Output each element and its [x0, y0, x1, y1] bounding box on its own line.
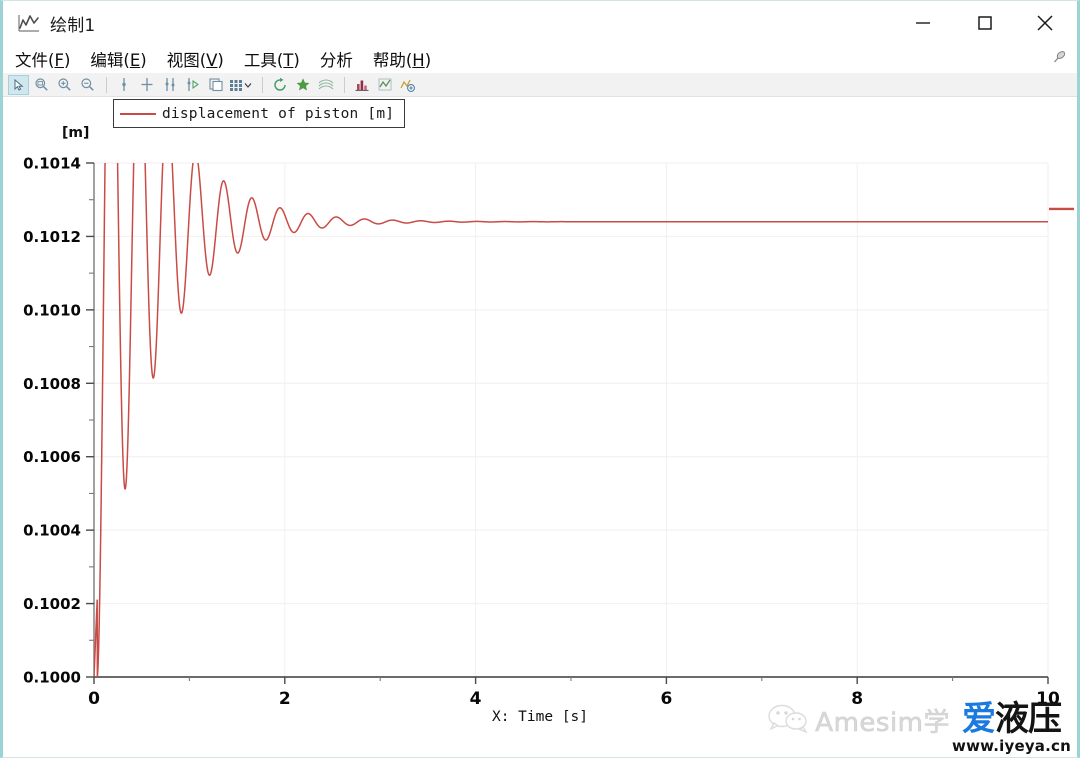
y-tick-label: 0.1000 — [23, 669, 81, 687]
amesim-plot-window: 绘制1 文件(F) 编辑(E) 视图(V) 工具(T) 分析 帮助(H) dis… — [0, 0, 1080, 758]
y-tick-label: 0.1010 — [23, 301, 81, 319]
pin-icon[interactable] — [1052, 49, 1068, 65]
x-tick-label: 6 — [660, 689, 672, 709]
window-titlebar: 绘制1 — [3, 1, 1077, 45]
toolbar-separator — [262, 76, 263, 93]
curve-stack-icon[interactable] — [315, 75, 336, 95]
zoom-out-icon[interactable] — [77, 75, 98, 95]
toolbar-separator — [106, 76, 107, 93]
plot-toolbar — [3, 73, 1077, 97]
refresh-icon[interactable] — [269, 75, 290, 95]
double-cursor-icon[interactable] — [159, 75, 180, 95]
y-tick-label: 0.1002 — [23, 595, 81, 613]
close-button[interactable] — [1015, 1, 1075, 45]
toolbar-separator — [344, 76, 345, 93]
line-chart-icon[interactable] — [374, 75, 395, 95]
zoom-region-icon[interactable] — [31, 75, 52, 95]
y-tick-label: 0.1012 — [23, 228, 81, 246]
window-title: 绘制1 — [50, 15, 96, 36]
x-axis-ticks: 0 2 4 6 8 10 — [88, 677, 1060, 709]
chart-svg-wrapper: 0.1000 0.1002 0.1004 0.1006 0.1008 0.1010 0.10… — [3, 97, 1077, 757]
y-tick-label: 0.1008 — [23, 375, 81, 393]
x-tick-label: 2 — [279, 689, 291, 709]
x-tick-label: 0 — [88, 689, 100, 709]
menu-edit[interactable]: 编辑(E) — [90, 47, 146, 71]
chart-line-icon — [17, 12, 41, 34]
legend-color-swatch — [120, 112, 156, 115]
legend-label: displacement of piston [m] — [162, 105, 395, 122]
zoom-in-icon[interactable] — [54, 75, 75, 95]
menu-view[interactable]: 视图(V) — [167, 47, 224, 71]
cursor-play-icon[interactable] — [182, 75, 203, 95]
x-tick-label: 8 — [851, 689, 863, 709]
add-plot-icon[interactable] — [397, 75, 418, 95]
copy-window-icon[interactable] — [205, 75, 226, 95]
single-cursor-icon[interactable] — [113, 75, 134, 95]
plot-canvas[interactable]: displacement of piston [m] [m] 0.1000 0.1… — [3, 97, 1077, 757]
chart-legend[interactable]: displacement of piston [m] — [113, 99, 406, 128]
damped-oscillation-chart: 0.1000 0.1002 0.1004 0.1006 0.1008 0.1010 0.10… — [23, 155, 1074, 709]
y-axis-ticks: 0.1000 0.1002 0.1004 0.1006 0.1008 0.1010 0.10… — [23, 155, 94, 687]
menu-help[interactable]: 帮助(H) — [373, 47, 431, 71]
menu-tools[interactable]: 工具(T) — [244, 47, 300, 71]
x-tick-label: 4 — [470, 689, 482, 709]
bar-chart-icon[interactable] — [351, 75, 372, 95]
menu-bar: 文件(F) 编辑(E) 视图(V) 工具(T) 分析 帮助(H) — [3, 45, 1077, 73]
y-tick-label: 0.1004 — [23, 522, 81, 540]
clear-plot-icon[interactable] — [292, 75, 313, 95]
pointer-select-icon[interactable] — [8, 74, 29, 95]
cross-cursor-icon[interactable] — [136, 75, 157, 95]
maximize-button[interactable] — [955, 1, 1015, 45]
menu-analysis[interactable]: 分析 — [320, 47, 353, 71]
y-tick-label: 0.1006 — [23, 448, 81, 466]
menu-file[interactable]: 文件(F) — [15, 47, 70, 71]
y-tick-label: 0.1014 — [23, 155, 81, 173]
x-axis-title: X: Time [s] — [491, 709, 589, 725]
minimize-button[interactable] — [893, 1, 953, 45]
plot-background — [94, 163, 1048, 677]
x-tick-label: 10 — [1036, 689, 1060, 709]
grid-layout-icon[interactable] — [228, 75, 254, 95]
